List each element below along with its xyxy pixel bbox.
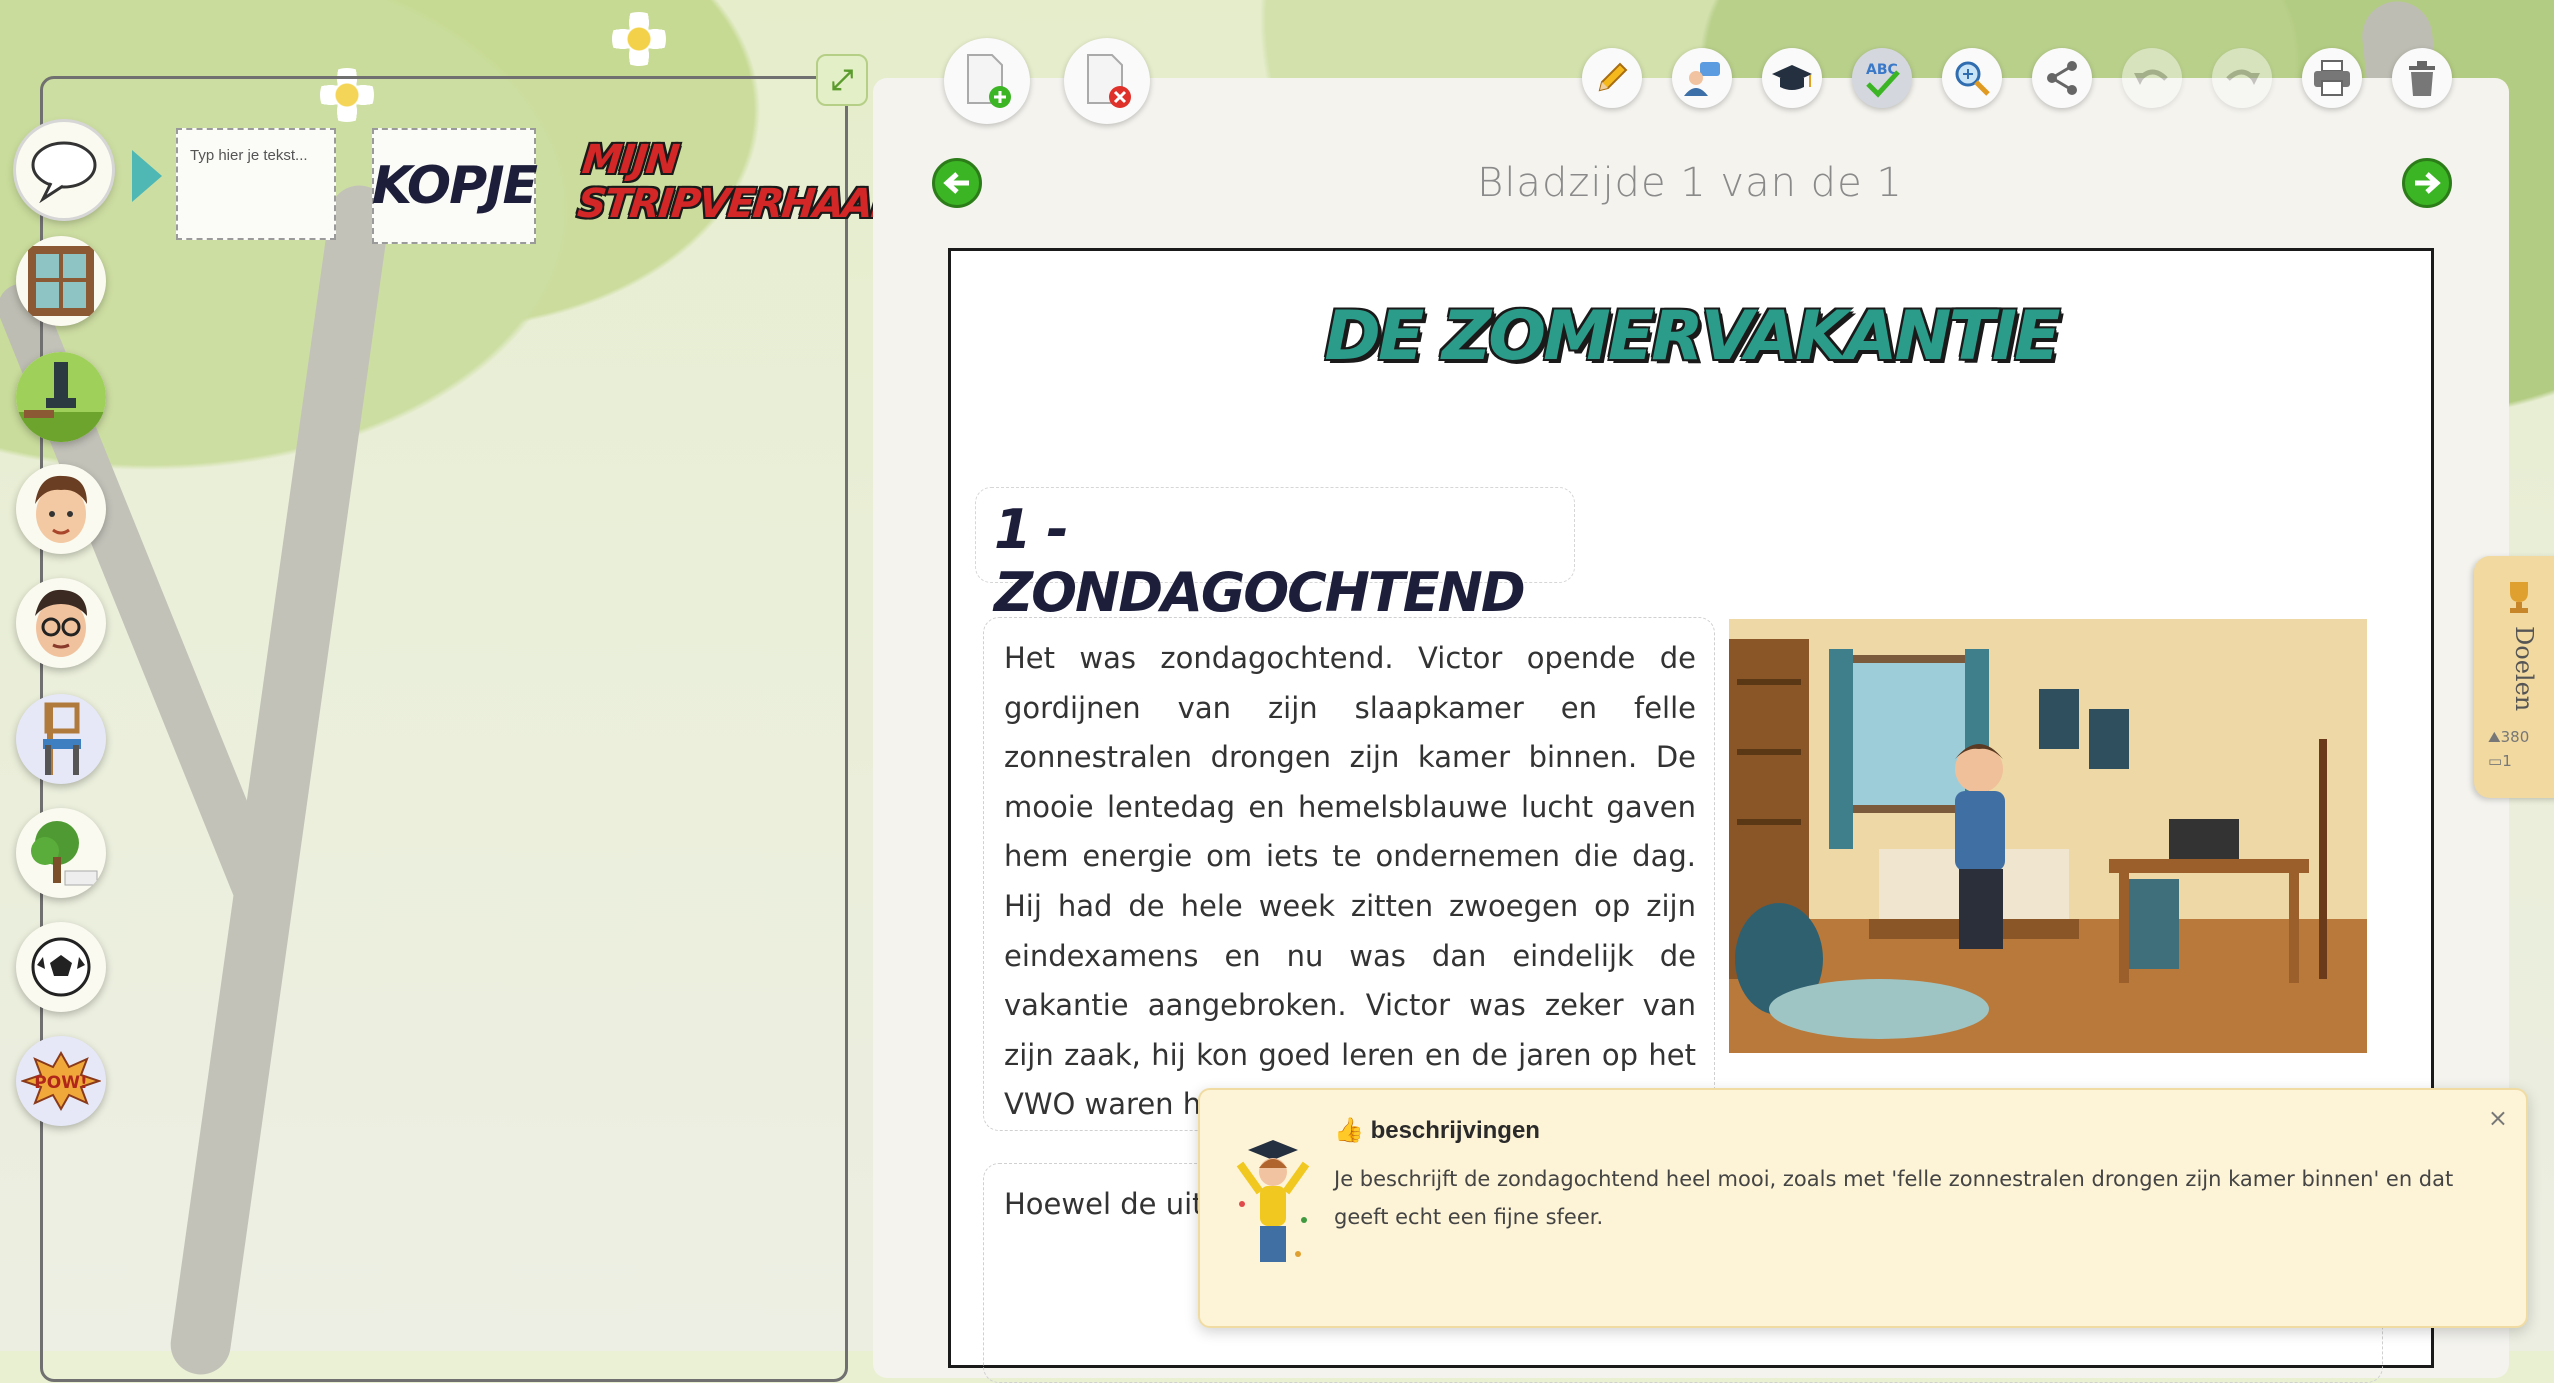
arrow-left-icon: [943, 172, 969, 194]
textbox-template-label: Typ hier je tekst...: [190, 147, 308, 164]
category-furniture[interactable]: [16, 694, 106, 784]
add-page-button[interactable]: [944, 38, 1030, 124]
delete-page-button[interactable]: [1064, 38, 1150, 124]
page-count-value: 1: [2502, 752, 2512, 770]
undo-button[interactable]: [2122, 48, 2182, 108]
page-count-icon: ▭: [2488, 752, 2503, 770]
boy-face-icon: [35, 475, 87, 543]
trash-button[interactable]: [2392, 48, 2452, 108]
toast-title-text: beschrijvingen: [1370, 1117, 1540, 1144]
page-count: ▭1: [2488, 752, 2512, 770]
redo-icon: [2226, 69, 2260, 85]
story-title[interactable]: DE ZOMERVAKANTIE: [951, 297, 2431, 376]
expand-panel-button[interactable]: ⤢: [816, 54, 868, 106]
trophy-icon: [2510, 582, 2528, 613]
feedback-button[interactable]: [1672, 48, 1732, 108]
word-count-value: 380: [2500, 728, 2530, 746]
close-icon[interactable]: ×: [2488, 1104, 2508, 1132]
expand-icon: ⤢: [830, 63, 854, 96]
trash-icon: [2409, 61, 2435, 96]
toast-title: 👍 beschrijvingen: [1334, 1116, 1540, 1145]
soccer-ball-icon: [31, 937, 91, 997]
celebrating-student-icon: [1236, 1140, 1310, 1262]
arrow-right-icon: [2415, 172, 2441, 194]
story-paragraph-1[interactable]: Het was zondagochtend. Victor opende de …: [983, 617, 1715, 1131]
chair-icon: [43, 702, 81, 775]
tree-icon: [31, 821, 98, 886]
pencil-button[interactable]: [1582, 48, 1642, 108]
park-scene-icon: [16, 352, 106, 442]
flower-decoration: [612, 12, 666, 66]
undo-icon: [2134, 69, 2168, 85]
comic-title-template[interactable]: MIJN STRIPVERHAAL!: [575, 137, 913, 227]
share-button[interactable]: [2032, 48, 2092, 108]
word-count: ⛰380: [2488, 728, 2529, 746]
heading-template[interactable]: KOPJE: [371, 128, 538, 244]
learning-goals-button[interactable]: [1762, 48, 1822, 108]
category-man-character[interactable]: [16, 578, 106, 668]
heading-template-label: KOPJE: [371, 156, 538, 216]
bedroom-illustration[interactable]: [1729, 619, 2367, 1053]
feedback-toast: 👍 beschrijvingen Je beschrijft de zondag…: [1198, 1088, 2528, 1328]
add-page-icon: [967, 54, 1011, 108]
category-boy-character[interactable]: [16, 464, 106, 554]
man-with-glasses-icon: [35, 589, 87, 657]
speech-balloon-icon: [31, 141, 97, 203]
share-icon: [2047, 61, 2077, 95]
redo-button[interactable]: [2212, 48, 2272, 108]
next-page-button[interactable]: [2402, 158, 2452, 208]
teacher-feedback-icon: [1684, 62, 1720, 96]
pow-icon: POW!: [21, 1051, 101, 1111]
zoom-button[interactable]: [1942, 48, 2002, 108]
svg-text:POW!: POW!: [34, 1073, 87, 1093]
zoom-icon: [1955, 61, 1990, 96]
graduation-cap-icon: [1772, 65, 1812, 90]
toast-message: Je beschrijft de zondagochtend heel mooi…: [1334, 1167, 2454, 1229]
asset-panel: [40, 76, 848, 1382]
category-windows[interactable]: [16, 236, 106, 326]
active-category-indicator: [132, 150, 162, 202]
delete-page-icon: [1087, 54, 1131, 108]
spellcheck-icon: ABC: [1866, 62, 1900, 98]
category-objects[interactable]: [16, 922, 106, 1012]
window-icon: [28, 246, 94, 316]
previous-page-button[interactable]: [932, 158, 982, 208]
page-indicator: Bladzijde 1 van de 1: [1477, 160, 1903, 206]
textbox-template[interactable]: Typ hier je tekst...: [176, 128, 336, 240]
category-speech-balloons[interactable]: [16, 122, 112, 218]
spellcheck-button[interactable]: ABC: [1852, 48, 1912, 108]
category-nature[interactable]: [16, 808, 106, 898]
section-heading[interactable]: 1 - ZONDAGOCHTEND: [975, 487, 1575, 624]
goals-tab[interactable]: Doelen ⛰380 ▭1: [2474, 556, 2554, 798]
category-scenery[interactable]: [16, 352, 106, 442]
pencil-icon: [1598, 62, 1628, 92]
category-effects[interactable]: POW!: [16, 1036, 106, 1126]
print-button[interactable]: [2302, 48, 2362, 108]
word-count-icon: ⛰: [2488, 728, 2501, 746]
print-icon: [2314, 60, 2350, 96]
goals-label: Doelen: [2510, 626, 2538, 712]
bedroom-scene-image: [1729, 619, 2367, 1053]
thumbs-up-icon: 👍: [1334, 1117, 1364, 1144]
